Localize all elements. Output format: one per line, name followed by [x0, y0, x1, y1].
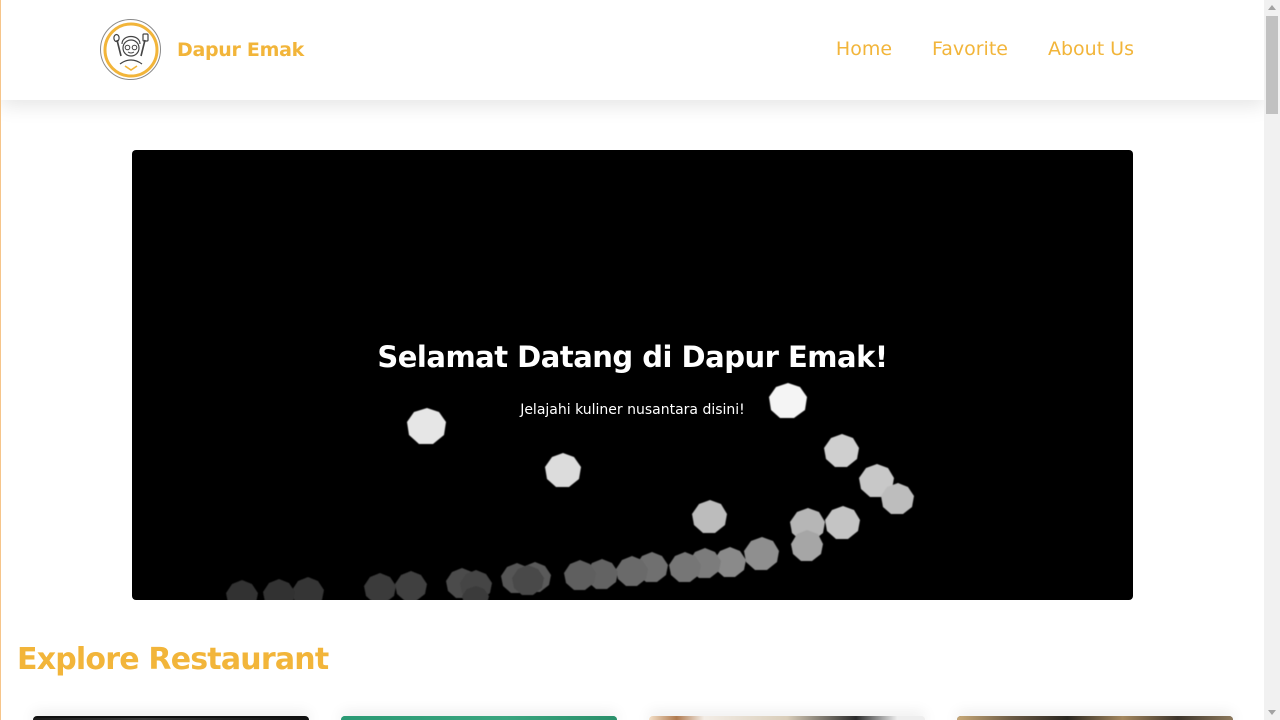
restaurant-card[interactable]: [341, 716, 617, 720]
main-nav: Home Favorite About Us: [836, 38, 1134, 60]
nav-home-link[interactable]: Home: [836, 38, 892, 60]
hero-title: Selamat Datang di Dapur Emak!: [377, 340, 888, 374]
scroll-down-arrow-icon[interactable]: [1268, 710, 1276, 715]
scroll-up-arrow-icon[interactable]: [1268, 5, 1276, 10]
page: Dapur Emak Home Favorite About Us Selama…: [0, 0, 1264, 720]
app-header: Dapur Emak Home Favorite About Us: [1, 0, 1264, 100]
nav-about-us-link[interactable]: About Us: [1048, 38, 1134, 60]
vertical-scrollbar[interactable]: [1264, 0, 1280, 720]
hero-subtitle: Jelajahi kuliner nusantara disini!: [520, 402, 745, 418]
grandma-chef-logo-icon: [100, 19, 161, 80]
restaurant-card[interactable]: [957, 716, 1233, 720]
brand[interactable]: Dapur Emak: [100, 19, 304, 80]
restaurant-card[interactable]: [33, 716, 309, 720]
scroll-thumb[interactable]: [1266, 16, 1278, 114]
bokeh-lights-image: [226, 383, 914, 600]
restaurant-card[interactable]: [649, 716, 925, 720]
nav-favorite-link[interactable]: Favorite: [932, 38, 1008, 60]
explore-restaurant-heading: Explore Restaurant: [17, 642, 329, 677]
brand-name: Dapur Emak: [177, 38, 304, 61]
hero-banner: Selamat Datang di Dapur Emak! Jelajahi k…: [132, 150, 1133, 600]
